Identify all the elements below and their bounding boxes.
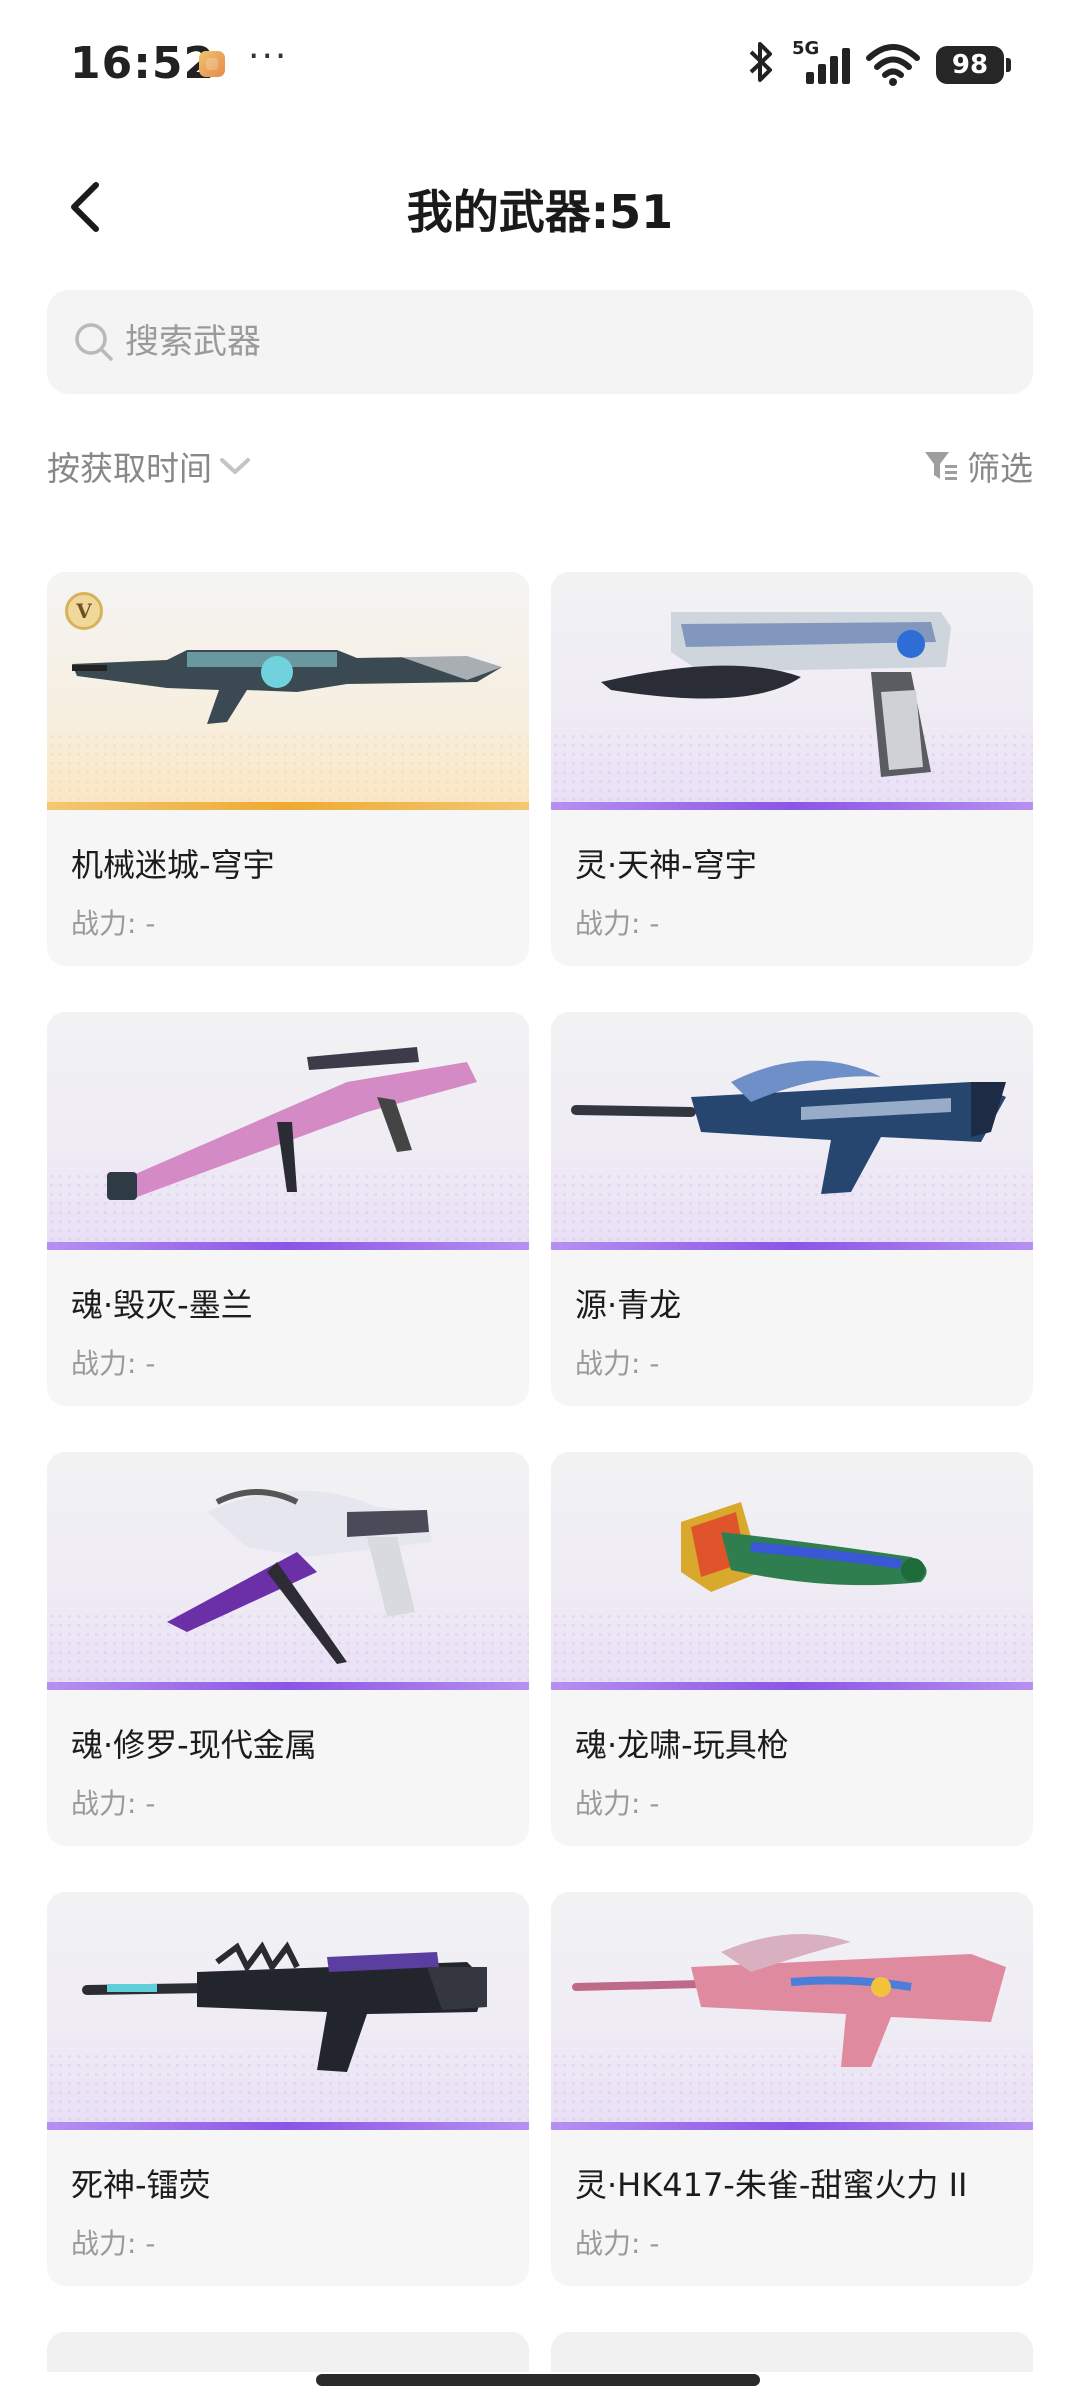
rarity-strip [551, 1242, 1033, 1250]
weapon-card[interactable]: 灵·天神-穹宇 战力: - [551, 572, 1033, 966]
cellular-signal-icon: 5G [792, 38, 850, 88]
weapon-image [47, 1012, 529, 1250]
weapon-image [551, 572, 1033, 810]
rarity-strip [47, 2122, 529, 2130]
filter-label: 筛选 [967, 449, 1033, 488]
weapon-power: 战力: - [575, 2227, 660, 2260]
bluetooth-icon [746, 40, 776, 91]
page-title: 我的武器:51 [406, 185, 674, 239]
sort-label: 按获取时间 [47, 449, 212, 488]
rarity-strip [551, 2122, 1033, 2130]
rarity-strip [551, 802, 1033, 810]
search-input[interactable] [125, 322, 925, 362]
home-indicator[interactable] [316, 2374, 760, 2386]
weapon-card[interactable]: 灵·HK417-朱雀-甜蜜火力 II 战力: - [551, 1892, 1033, 2286]
app-notification-icon [199, 51, 225, 77]
more-notifications-icon: ··· [248, 36, 289, 77]
rarity-strip [47, 1682, 529, 1690]
status-bar: 16:52 ··· 5G 98 [0, 0, 1080, 130]
network-type-label: 5G [792, 38, 820, 59]
sort-dropdown[interactable]: 按获取时间 [47, 442, 252, 490]
weapon-card[interactable]: V 机械迷城-穹宇 战力: - [47, 572, 529, 966]
weapon-card[interactable]: 魂·修罗-现代金属 战力: - [47, 1452, 529, 1846]
weapon-power: 战力: - [71, 2227, 156, 2260]
weapon-name: 灵·HK417-朱雀-甜蜜火力 II [575, 2166, 968, 2204]
weapon-power: 战力: - [575, 1787, 660, 1820]
weapon-image [47, 1452, 529, 1690]
weapon-power: 战力: - [71, 907, 156, 940]
rarity-strip [47, 802, 529, 810]
wifi-icon [866, 42, 920, 88]
weapon-name: 源·青龙 [575, 1286, 682, 1324]
weapon-power: 战力: - [71, 1787, 156, 1820]
weapon-power: 战力: - [575, 907, 660, 940]
weapon-image [551, 1452, 1033, 1690]
battery-indicator: 98 [936, 46, 1011, 84]
weapon-card[interactable]: 源·青龙 战力: - [551, 1012, 1033, 1406]
weapon-power: 战力: - [575, 1347, 660, 1380]
search-bar[interactable] [47, 290, 1033, 394]
search-icon [75, 323, 113, 361]
weapon-image [47, 1892, 529, 2130]
rarity-strip [47, 1242, 529, 1250]
filter-icon [925, 452, 957, 480]
weapon-image: V [47, 572, 529, 810]
rarity-strip [551, 1682, 1033, 1690]
weapon-card[interactable]: 魂·龙啸-玩具枪 战力: - [551, 1452, 1033, 1846]
weapon-card[interactable]: 死神-镭荧 战力: - [47, 1892, 529, 2286]
filter-button[interactable]: 筛选 [923, 442, 1033, 490]
status-time: 16:52 [70, 38, 216, 89]
system-icons: 5G 98 [746, 38, 1011, 91]
weapon-name: 魂·修罗-现代金属 [71, 1726, 317, 1764]
weapon-card[interactable]: 魂·毁灭-墨兰 战力: - [47, 1012, 529, 1406]
weapon-image [551, 1012, 1033, 1250]
weapon-name: 魂·毁灭-墨兰 [71, 1286, 253, 1324]
weapon-image [551, 1892, 1033, 2130]
weapon-name: 死神-镭荧 [71, 2166, 211, 2204]
weapon-power: 战力: - [71, 1347, 156, 1380]
rarity-badge: V [65, 592, 103, 630]
weapon-card-partial[interactable] [47, 2332, 529, 2372]
weapon-name: 机械迷城-穹宇 [71, 846, 275, 884]
weapon-card-partial[interactable] [551, 2332, 1033, 2372]
weapon-name: 魂·龙啸-玩具枪 [575, 1726, 789, 1764]
weapon-name: 灵·天神-穹宇 [575, 846, 757, 884]
chevron-down-icon [220, 458, 250, 474]
